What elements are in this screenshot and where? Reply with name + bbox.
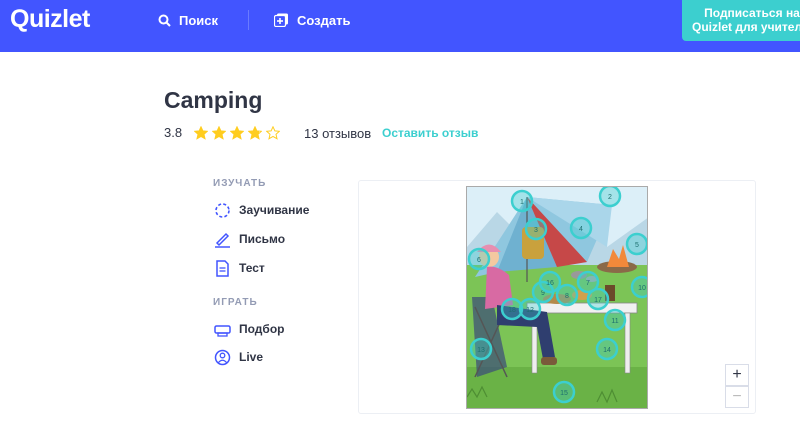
study-section-label: ИЗУЧАТЬ [213, 178, 267, 189]
quizlet-logo[interactable]: Quizlet [10, 5, 90, 34]
diagram-marker-label: 11 [611, 318, 618, 325]
write-icon [213, 230, 231, 248]
star-icon[interactable] [194, 125, 209, 140]
diagram-marker[interactable]: 18 [500, 297, 524, 321]
diagram-marker-label: 14 [603, 347, 611, 354]
study-write-label: Письмо [239, 232, 286, 246]
star-icon[interactable] [248, 125, 263, 140]
create-button[interactable]: Создать [274, 12, 350, 28]
study-test[interactable]: Тест [213, 259, 265, 277]
diagram-marker[interactable]: 1 [510, 189, 534, 213]
play-section-label: ИГРАТЬ [213, 297, 258, 308]
diagram-marker[interactable]: 6 [467, 247, 491, 271]
leave-review-link[interactable]: Оставить отзыв [382, 126, 478, 140]
diagram-marker-label: 3 [534, 227, 538, 234]
diagram-marker-label: 18 [508, 307, 516, 314]
search-button[interactable]: Поиск [158, 12, 218, 28]
rating: 3.8 [164, 125, 284, 140]
diagram-marker-label: 2 [608, 194, 612, 201]
study-test-label: Тест [239, 261, 265, 275]
zoom-out-button[interactable]: − [725, 386, 749, 408]
add-icon [274, 13, 288, 27]
diagram-marker-label: 12 [526, 307, 534, 314]
diagram-marker-label: 5 [635, 242, 639, 249]
study-write[interactable]: Письмо [213, 230, 285, 248]
rating-stars[interactable] [194, 125, 284, 140]
play-live-label: Live [239, 350, 264, 364]
top-bar: Quizlet Поиск Создать Подписаться на Qui… [0, 0, 800, 52]
subscribe-line-1: Подписаться на [704, 6, 800, 20]
diagram-marker[interactable]: 11 [603, 308, 627, 332]
learn-icon [213, 201, 231, 219]
play-live[interactable]: Live [213, 348, 263, 366]
test-icon [213, 259, 231, 277]
diagram-marker[interactable]: 13 [469, 337, 493, 361]
diagram-marker-label: 10 [638, 285, 646, 292]
diagram-marker[interactable]: 5 [625, 232, 647, 256]
diagram-marker-label: 16 [546, 280, 554, 287]
diagram-marker[interactable]: 4 [569, 216, 593, 240]
diagram-marker-label: 4 [579, 226, 583, 233]
match-icon [213, 320, 231, 338]
reviews-count[interactable]: 13 отзывов [304, 126, 371, 141]
search-label: Поиск [179, 12, 219, 28]
diagram-marker[interactable]: 16 [538, 270, 562, 294]
zoom-in-button[interactable]: + [725, 364, 749, 386]
study-learn-label: Заучивание [239, 203, 310, 217]
diagram-marker-label: 15 [560, 390, 568, 397]
star-icon[interactable] [230, 125, 245, 140]
search-icon [158, 14, 171, 27]
star-icon[interactable] [212, 125, 227, 140]
play-match-label: Подбор [239, 322, 285, 336]
subscribe-teachers-button[interactable]: Подписаться на Quizlet для учителей [682, 0, 800, 41]
diagram-marker[interactable]: 10 [630, 275, 648, 299]
diagram-marker[interactable]: 17 [586, 287, 610, 311]
star-icon[interactable] [266, 125, 281, 140]
diagram-marker[interactable]: 8 [555, 283, 579, 307]
nav-divider [248, 10, 249, 30]
study-learn[interactable]: Заучивание [213, 201, 309, 219]
diagram-marker-label: 17 [594, 297, 602, 304]
diagram-marker[interactable]: 3 [524, 217, 548, 241]
camping-diagram-image[interactable]: 1 2 3 4 5 6 7 8 9 10 11 12 13 14 15 16 17 18 [466, 186, 648, 409]
diagram-marker-label: 13 [477, 347, 485, 354]
diagram-marker-label: 1 [520, 199, 524, 206]
diagram-marker-label: 8 [565, 293, 569, 300]
diagram-marker[interactable]: 15 [552, 380, 576, 404]
live-icon [213, 348, 231, 366]
play-match[interactable]: Подбор [213, 320, 285, 338]
rating-value: 3.8 [164, 125, 183, 140]
diagram-marker-label: 6 [477, 257, 481, 264]
diagram-marker-label: 7 [586, 280, 590, 287]
diagram-marker[interactable]: 14 [595, 337, 619, 361]
diagram-marker[interactable]: 2 [598, 187, 622, 208]
set-title: Camping [164, 87, 263, 113]
subscribe-line-2: Quizlet для учителей [692, 20, 800, 34]
create-label: Создать [297, 12, 351, 28]
